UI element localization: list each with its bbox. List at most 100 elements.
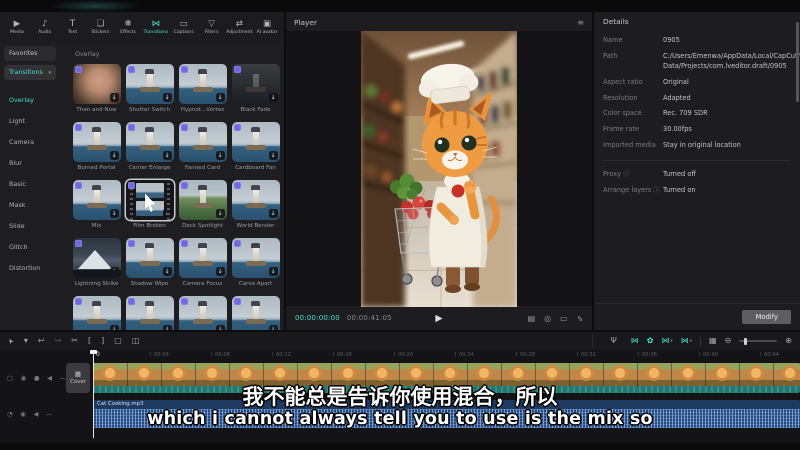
sidebar-item-camera[interactable]: Camera (0, 131, 60, 152)
auto-snapping-icon[interactable]: ✿ (647, 336, 654, 346)
toolbar-item-media[interactable]: ▶Media (3, 19, 31, 35)
sidebar-item-distortion[interactable]: Distortion (0, 257, 60, 278)
mirror-icon[interactable]: ◫ (132, 336, 140, 346)
zoom-slider-knob[interactable] (744, 338, 747, 345)
snapshot-icon[interactable]: ◎ (544, 314, 551, 323)
timeline-ruler[interactable]: 0 00:0400:0800:1200:1600:2000:2400:2800:… (0, 350, 800, 360)
vip-badge-icon (181, 66, 188, 73)
redo-icon[interactable]: ↪ (55, 336, 62, 346)
details-label: Resolution (603, 94, 663, 104)
toolbar-item-filters[interactable]: ▽Filters (198, 19, 226, 35)
transition-item-lightning-strike[interactable]: ↓Lightning Strike (71, 238, 122, 288)
delete-icon[interactable]: ▢ (114, 336, 122, 346)
transition-item-film-broken[interactable]: ↓Film Broken (124, 180, 175, 230)
vip-badge-icon (75, 182, 82, 189)
details-row-arrange-layers: Arrange layersⓘTurned on (594, 183, 800, 199)
zoom-out-icon[interactable]: ⊖ (725, 336, 732, 346)
transition-item-camera-focus[interactable]: ↓Camera Focus (177, 238, 228, 288)
play-button[interactable]: ▶ (435, 313, 442, 324)
toolbar-item-label: Filters (205, 30, 219, 35)
lighthouse-graphic (200, 247, 206, 263)
transitions-sidebar: Favorites Transitions ▾ OverlayLightCame… (0, 42, 60, 330)
left-shelf (361, 31, 405, 307)
select-tool-icon[interactable]: ➤ (5, 336, 17, 347)
download-icon: ↓ (110, 93, 119, 102)
sidebar-item-glitch[interactable]: Glitch (0, 236, 60, 257)
sidebar-item-light[interactable]: Light (0, 110, 60, 131)
tomato-held (452, 184, 465, 197)
modify-button[interactable]: Modify (742, 310, 791, 324)
transition-item-fanned-card[interactable]: ↓Fanned Card (177, 122, 228, 172)
transition-item-then-and-now[interactable]: ↓Then and Now (71, 64, 122, 114)
toolbar-item-ai-avatar[interactable]: ▣AI avatar (253, 19, 281, 35)
toolbar-item-label: Transitions (144, 30, 169, 35)
toolbar-item-captions[interactable]: ▭Captions (170, 19, 198, 35)
transitions-grid-wrap: Overlay ↓Then and Now↓Shutter Switch↓Hyp… (60, 42, 284, 330)
transition-label: Mix (71, 223, 122, 230)
ruler-tick-label: 00:36 (642, 352, 657, 358)
main-track-magnet-icon[interactable]: ⋈ (631, 336, 639, 346)
transition-item[interactable]: ↓ (124, 296, 175, 330)
preview-axis-icon[interactable]: ⋈▾ (681, 336, 692, 347)
details-label: Proxyⓘ (603, 170, 663, 180)
player-title: Player (294, 18, 317, 27)
toolbar-item-effects[interactable]: ❋Effects (114, 19, 142, 35)
transition-item-cardboard-fan[interactable]: ↓Cardboard Fan (230, 122, 281, 172)
sidebar-favorites[interactable]: Favorites (4, 46, 56, 61)
zoom-in-icon[interactable]: ⊕ (785, 336, 792, 346)
lighthouse-graphic (147, 247, 153, 263)
linking-icon[interactable]: ⋈▾ (662, 336, 673, 347)
delete-left-icon[interactable]: [ (88, 336, 91, 346)
toolbar-item-text[interactable]: TText (59, 19, 87, 35)
transition-thumb: ↓ (126, 64, 174, 104)
details-scrollbar[interactable] (796, 22, 799, 102)
vip-badge-icon (181, 240, 188, 247)
toolbar-item-stickers[interactable]: ❏Stickers (86, 19, 114, 35)
sidebar-item-mask[interactable]: Mask (0, 194, 60, 215)
transition-item-carve-apart[interactable]: ↓Carve Apart (230, 238, 281, 288)
toolbar-item-audio[interactable]: ♪Audio (31, 19, 59, 35)
transition-item-hypnot-vortex[interactable]: ↓Hypnot...Vortex (177, 64, 228, 114)
lighthouse-graphic (253, 131, 259, 147)
select-tool-dropdown-icon[interactable]: ▾ (24, 336, 28, 346)
transition-thumb: ↓ (179, 122, 227, 162)
quality-icon[interactable]: ▤ (528, 314, 536, 323)
transition-item-mix[interactable]: ↓Mix (71, 180, 122, 230)
sidebar-item-basic[interactable]: Basic (0, 173, 60, 194)
transition-item-deck-spotlight[interactable]: ↓Deck Spotlight (177, 180, 228, 230)
transition-item-shutter-switch[interactable]: ↓Shutter Switch (124, 64, 175, 114)
sidebar-item-overlay[interactable]: Overlay (0, 89, 60, 110)
zoom-slider[interactable] (739, 340, 777, 342)
video-preview[interactable] (361, 31, 517, 307)
toolbar-item-label: Adjustment (226, 30, 252, 35)
split-icon[interactable]: ✂ (71, 336, 78, 346)
transition-item[interactable]: ↓ (177, 296, 228, 330)
transition-item[interactable]: ↓ (230, 296, 281, 330)
sidebar-item-slide[interactable]: Slide (0, 215, 60, 236)
transition-item-center-enlarge[interactable]: ↓Center Enlarge (124, 122, 175, 172)
delete-right-icon[interactable]: ] (101, 336, 104, 346)
media-icon: ▶ (14, 19, 21, 29)
details-value: Original (663, 78, 689, 88)
sidebar-item-blur[interactable]: Blur (0, 152, 60, 173)
ratio-icon[interactable]: ▭ (560, 314, 568, 323)
transition-item[interactable]: ↓ (71, 296, 122, 330)
transition-item-world-bender[interactable]: ↓World Bender (230, 180, 281, 230)
info-icon: ⓘ (623, 171, 629, 178)
fullscreen-icon[interactable]: ⇔ (574, 313, 585, 324)
record-voiceover-icon[interactable]: Ψ (611, 336, 617, 346)
lighthouse-graphic (253, 305, 259, 321)
toolbar-item-adjustment[interactable]: ⇄Adjustment (225, 19, 253, 35)
player-menu-icon[interactable]: ≡ (577, 18, 584, 27)
lighthouse-graphic (147, 305, 153, 321)
details-label: Aspect ratio (603, 78, 663, 88)
transition-thumb: ↓ (73, 238, 121, 278)
download-icon: ↓ (163, 209, 172, 218)
preview-frame-icon[interactable]: ▦ (709, 336, 717, 346)
transition-item-burned-portal[interactable]: ↓Burned Portal (71, 122, 122, 172)
toolbar-item-transitions[interactable]: ⋈Transitions (142, 19, 170, 35)
sidebar-category-transitions[interactable]: Transitions ▾ (4, 65, 56, 80)
transition-item-black-fade[interactable]: ↓Black Fade (230, 64, 281, 114)
transition-item-shadow-wipe[interactable]: ↓Shadow Wipe (124, 238, 175, 288)
undo-icon[interactable]: ↩ (38, 336, 45, 346)
